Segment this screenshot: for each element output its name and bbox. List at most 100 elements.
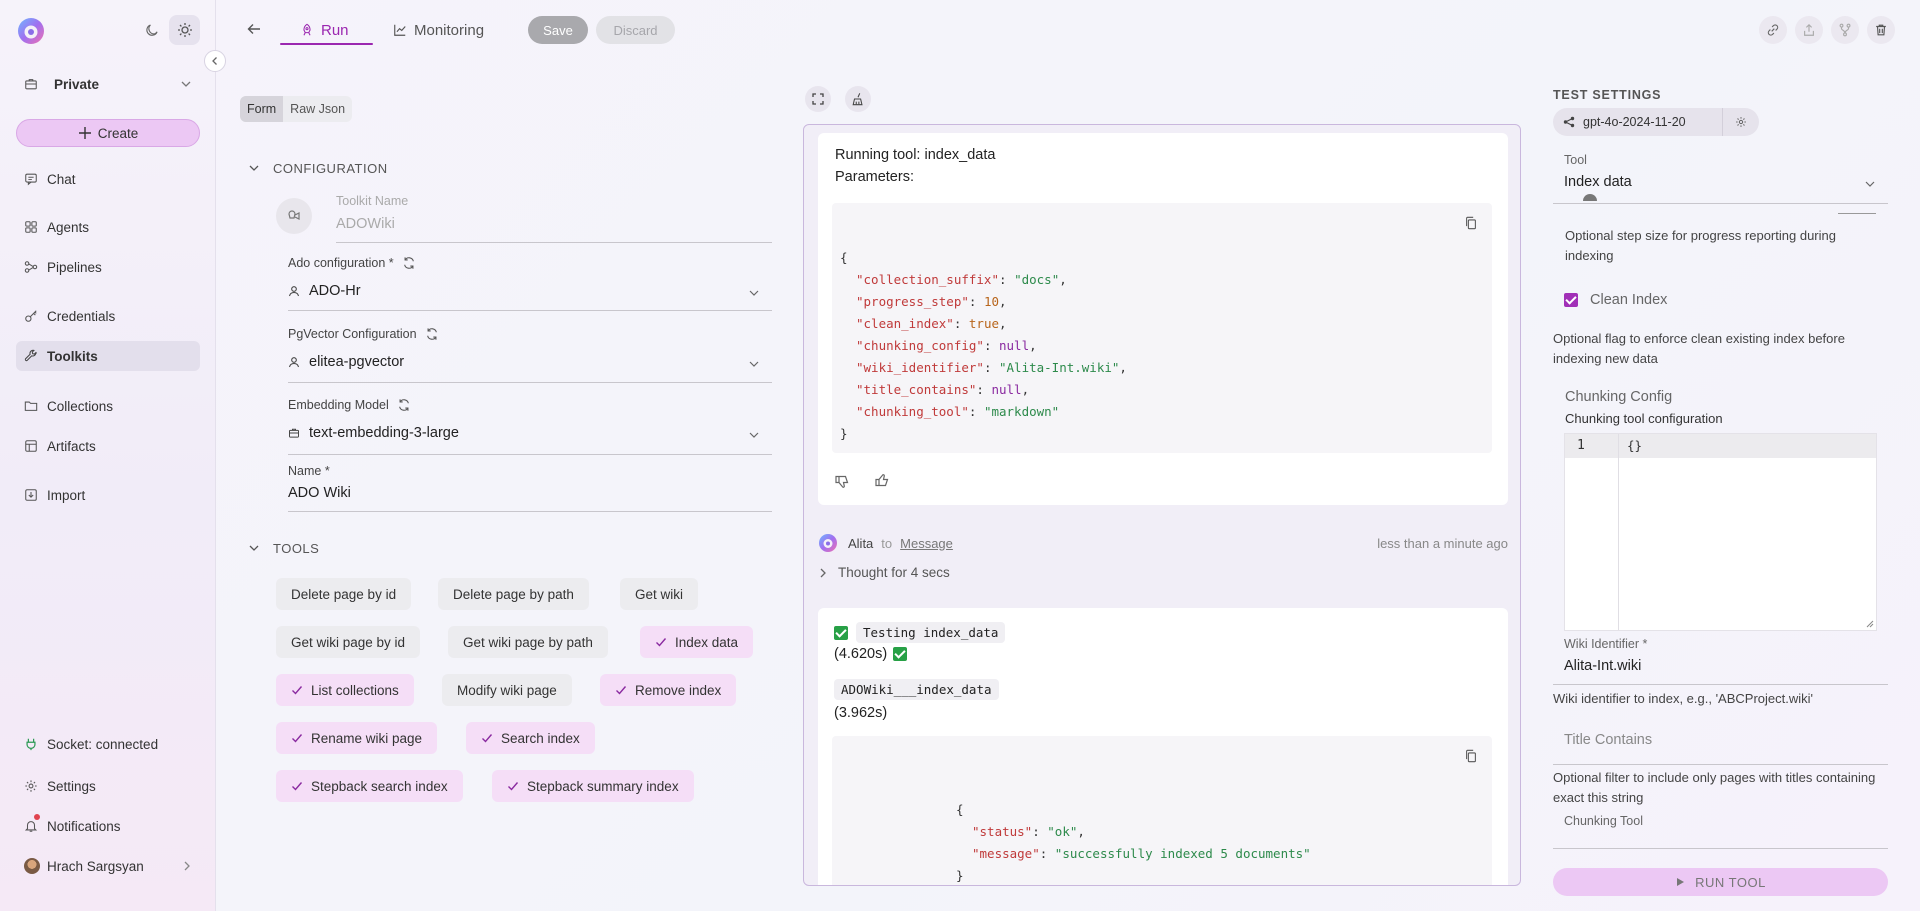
model-name-area[interactable]: gpt-4o-2024-11-20 [1553, 108, 1723, 136]
message-recipient-link[interactable]: Message [900, 536, 953, 551]
link-icon[interactable] [1759, 16, 1787, 44]
tool-chip[interactable]: Rename wiki page [276, 722, 438, 754]
mode-raw-json-tab[interactable]: Raw Json [283, 96, 352, 122]
ado-configuration-select[interactable]: Ado configuration * ADO-Hr [288, 256, 772, 311]
tool-select[interactable]: Tool Index data [1553, 150, 1888, 204]
import-icon [24, 488, 40, 502]
tool-chip-label: Remove index [635, 682, 722, 698]
clear-chat-broom-icon[interactable] [845, 86, 871, 112]
embedding-model-select[interactable]: Embedding Model text-embedding-3-large [288, 398, 772, 455]
refresh-icon[interactable] [397, 398, 411, 412]
tool-chip[interactable]: Stepback search index [276, 770, 463, 802]
tools-section-header[interactable]: TOOLS [248, 538, 319, 558]
sidebar-item-label: Settings [47, 778, 96, 794]
chevron-left-icon [212, 57, 217, 65]
sidebar-item-label: Agents [47, 219, 90, 235]
tool-chip-label: Delete page by id [291, 586, 397, 602]
chunking-config-description: Chunking tool configuration [1565, 411, 1723, 426]
export-icon[interactable] [1795, 16, 1823, 44]
tool-chip[interactable]: List collections [276, 674, 414, 706]
model-settings-icon[interactable] [1723, 116, 1759, 128]
tool-chip[interactable]: Delete page by path [438, 578, 589, 610]
sidebar-item-collections[interactable]: Collections [16, 391, 200, 421]
sidebar-item-settings[interactable]: Settings [16, 771, 200, 801]
chunking-tool-select[interactable]: Chunking Tool [1553, 812, 1888, 849]
thumbs-up-icon[interactable] [874, 472, 890, 488]
briefcase-icon [288, 427, 300, 439]
check-icon [615, 684, 627, 696]
refresh-icon[interactable] [425, 327, 439, 341]
chunking-config-editor[interactable]: 1 {} [1564, 433, 1877, 631]
toolkit-avatar-icon[interactable] [276, 198, 312, 234]
dark-mode-moon-icon[interactable] [136, 15, 167, 45]
mode-form-tab[interactable]: Form [240, 96, 284, 122]
check-icon [507, 780, 519, 792]
wiki-identifier-value: Alita-Int.wiki [1564, 658, 1642, 674]
refresh-icon[interactable] [402, 256, 416, 270]
toolkit-name-field[interactable]: Toolkit Name ADOWiki [336, 194, 772, 243]
tool-chip[interactable]: Delete page by id [276, 578, 412, 610]
thought-toggle[interactable]: Thought for 4 secs [818, 565, 950, 580]
save-button[interactable]: Save [528, 16, 588, 44]
code-line: "wiki_identifier": "Alita-Int.wiki", [856, 360, 1127, 375]
sidebar-item-toolkits[interactable]: Toolkits [16, 341, 200, 371]
trash-icon[interactable] [1867, 16, 1895, 44]
socket-status: Socket: connected [16, 729, 200, 759]
tool-chip[interactable]: Stepback summary index [492, 770, 694, 802]
workspace-selector[interactable]: Private [16, 68, 200, 100]
tool-chip[interactable]: Index data [640, 626, 754, 658]
tool-value: Index data [1564, 174, 1632, 190]
app-logo-icon[interactable] [17, 17, 45, 45]
sidebar-item-notifications[interactable]: Notifications [16, 811, 200, 841]
light-mode-sun-icon[interactable] [169, 15, 200, 45]
discard-button[interactable]: Discard [596, 16, 675, 44]
tab-run[interactable]: Run [300, 14, 349, 46]
tool-label: Tool [1564, 153, 1587, 167]
create-button[interactable]: Create [16, 119, 200, 147]
pgvector-value: elitea-pgvector [288, 354, 404, 370]
copy-icon[interactable] [1464, 216, 1478, 230]
param-progress-step: 10 [983, 294, 1000, 309]
tool-call-code: ADOWiki___index_data [834, 679, 999, 700]
sidebar-item-label: Notifications [47, 818, 121, 834]
clean-index-description: Optional flag to enforce clean existing … [1553, 331, 1845, 366]
create-label: Create [97, 125, 139, 141]
tool-chip[interactable]: Get wiki page by id [276, 626, 421, 658]
sidebar-item-chat[interactable]: Chat [16, 164, 200, 194]
sidebar-item-credentials[interactable]: Credentials [16, 301, 200, 331]
user-profile[interactable]: Hrach Sargsyan [16, 851, 200, 881]
tool-chip[interactable]: Get wiki page by path [448, 626, 608, 658]
gear-icon [24, 779, 40, 793]
pgvector-configuration-select[interactable]: PgVector Configuration elitea-pgvector [288, 327, 772, 383]
tool-chip[interactable]: Search index [466, 722, 595, 754]
resize-handle-icon[interactable] [1866, 620, 1874, 628]
tool-chip[interactable]: Get wiki [620, 578, 699, 610]
back-button[interactable] [242, 17, 266, 41]
clean-index-checkbox[interactable]: Clean Index [1564, 292, 1667, 308]
copy-icon[interactable] [1464, 749, 1478, 763]
result-message: "successfully indexed 5 documents" [1054, 846, 1311, 861]
thumbs-down-icon[interactable] [834, 474, 850, 490]
name-input[interactable]: Name * ADO Wiki [288, 464, 772, 512]
chat-panel: Running tool: index_data Parameters: { "… [803, 124, 1521, 886]
fork-icon[interactable] [1831, 16, 1859, 44]
collapse-sidebar-button[interactable] [204, 50, 226, 72]
title-contains-input[interactable]: Title Contains [1553, 724, 1888, 765]
configuration-section-header[interactable]: CONFIGURATION [248, 158, 388, 178]
model-selector[interactable]: gpt-4o-2024-11-20 [1553, 108, 1759, 136]
testing-duration: (4.620s) [834, 646, 888, 662]
code-line: } [840, 426, 848, 441]
tool-chip[interactable]: Modify wiki page [442, 674, 572, 706]
run-tool-button[interactable]: RUN TOOL [1553, 868, 1888, 896]
fullscreen-icon[interactable] [805, 86, 831, 112]
sidebar-item-agents[interactable]: Agents [16, 212, 200, 242]
section-title: CONFIGURATION [273, 160, 388, 176]
tool-chip[interactable]: Remove index [600, 674, 737, 706]
wiki-identifier-input[interactable]: Wiki Identifier * Alita-Int.wiki [1553, 636, 1888, 685]
sidebar-item-import[interactable]: Import [16, 480, 200, 510]
tab-monitoring[interactable]: Monitoring [393, 14, 484, 46]
sidebar-item-pipelines[interactable]: Pipelines [16, 252, 200, 282]
user-icon [288, 356, 300, 368]
sidebar-item-artifacts[interactable]: Artifacts [16, 431, 200, 461]
chevron-down-icon [248, 162, 260, 174]
